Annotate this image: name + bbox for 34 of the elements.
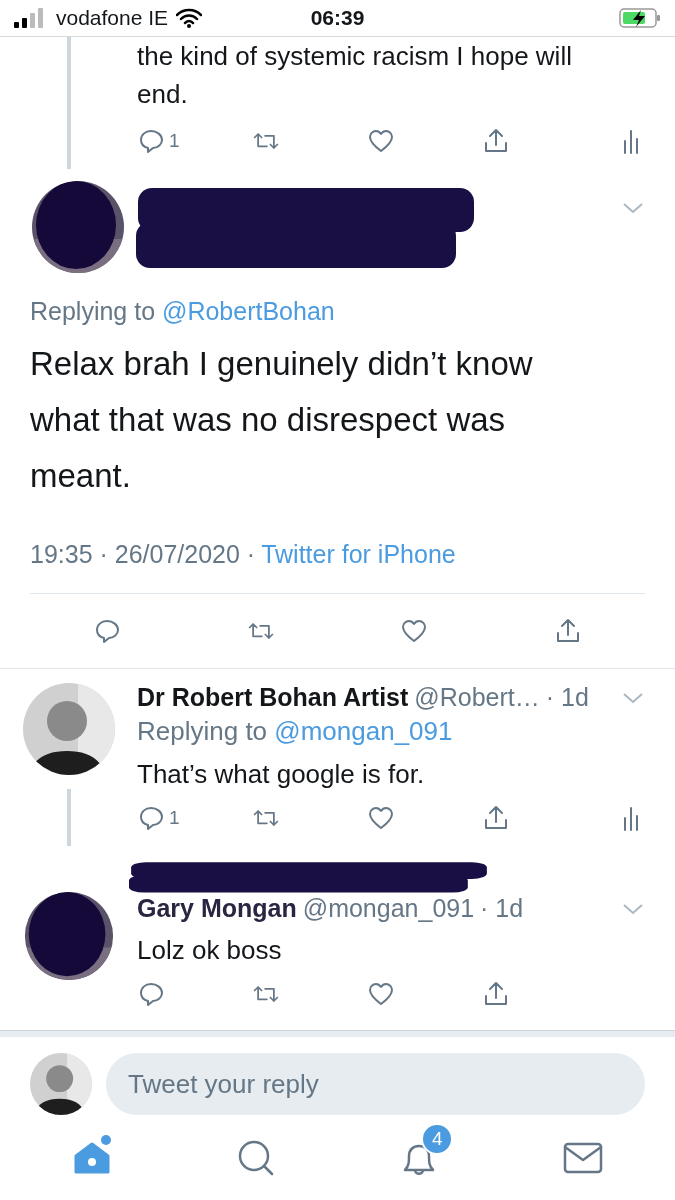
user-name[interactable]: Gary Mongan xyxy=(137,894,297,923)
tweet-timestamp: 19:35 · 26/07/2020 · xyxy=(30,540,256,569)
notification-badge: 4 xyxy=(421,1123,454,1155)
reply-field[interactable]: Tweet your reply xyxy=(106,1053,645,1115)
tweet-text: Relax brah I genuinely didn’t know what that was no disrespect was meant. xyxy=(30,344,534,496)
share-icon[interactable] xyxy=(482,804,510,832)
user-handle[interactable]: @Robert… xyxy=(414,683,540,712)
heart-icon[interactable] xyxy=(367,980,395,1008)
clock-time: 06:39 xyxy=(310,6,365,30)
reply-icon[interactable] xyxy=(137,980,165,1008)
notifications-tab[interactable]: 4 xyxy=(385,1123,454,1183)
source-link[interactable]: Twitter for iPhone xyxy=(261,540,456,569)
user-name[interactable]: Dr Robert Bohan Artist xyxy=(137,683,409,712)
reply-count: 1 xyxy=(169,130,180,152)
reply-icon[interactable] xyxy=(137,804,165,832)
tweet-age: · 1d xyxy=(480,894,524,923)
replying-to: Replying to @RobertBohan xyxy=(30,297,336,326)
carrier-name: vodafone IE xyxy=(56,6,169,30)
tweet-age: · 1d xyxy=(545,683,589,712)
share-icon[interactable] xyxy=(482,127,510,155)
mention-link[interactable]: @RobertBohan xyxy=(162,297,335,325)
tweet-text: Lolz ok boss xyxy=(137,935,283,966)
share-icon[interactable] xyxy=(482,980,510,1008)
tweet-text: That’s what google is for. xyxy=(137,759,426,790)
wifi-icon xyxy=(176,8,203,28)
heart-icon[interactable] xyxy=(367,804,395,832)
heart-icon[interactable] xyxy=(400,617,429,645)
mention-link[interactable]: @mongan_091 xyxy=(274,716,453,746)
heart-icon[interactable] xyxy=(367,127,395,155)
reply-count: 1 xyxy=(169,807,180,829)
tweet-text: the kind of systemic racism I hope will end. xyxy=(137,40,573,111)
user-handle[interactable]: @mongan_091 xyxy=(302,894,475,923)
replying-to: Replying to @mongan_091 xyxy=(137,716,454,747)
reply-icon[interactable] xyxy=(137,127,165,155)
